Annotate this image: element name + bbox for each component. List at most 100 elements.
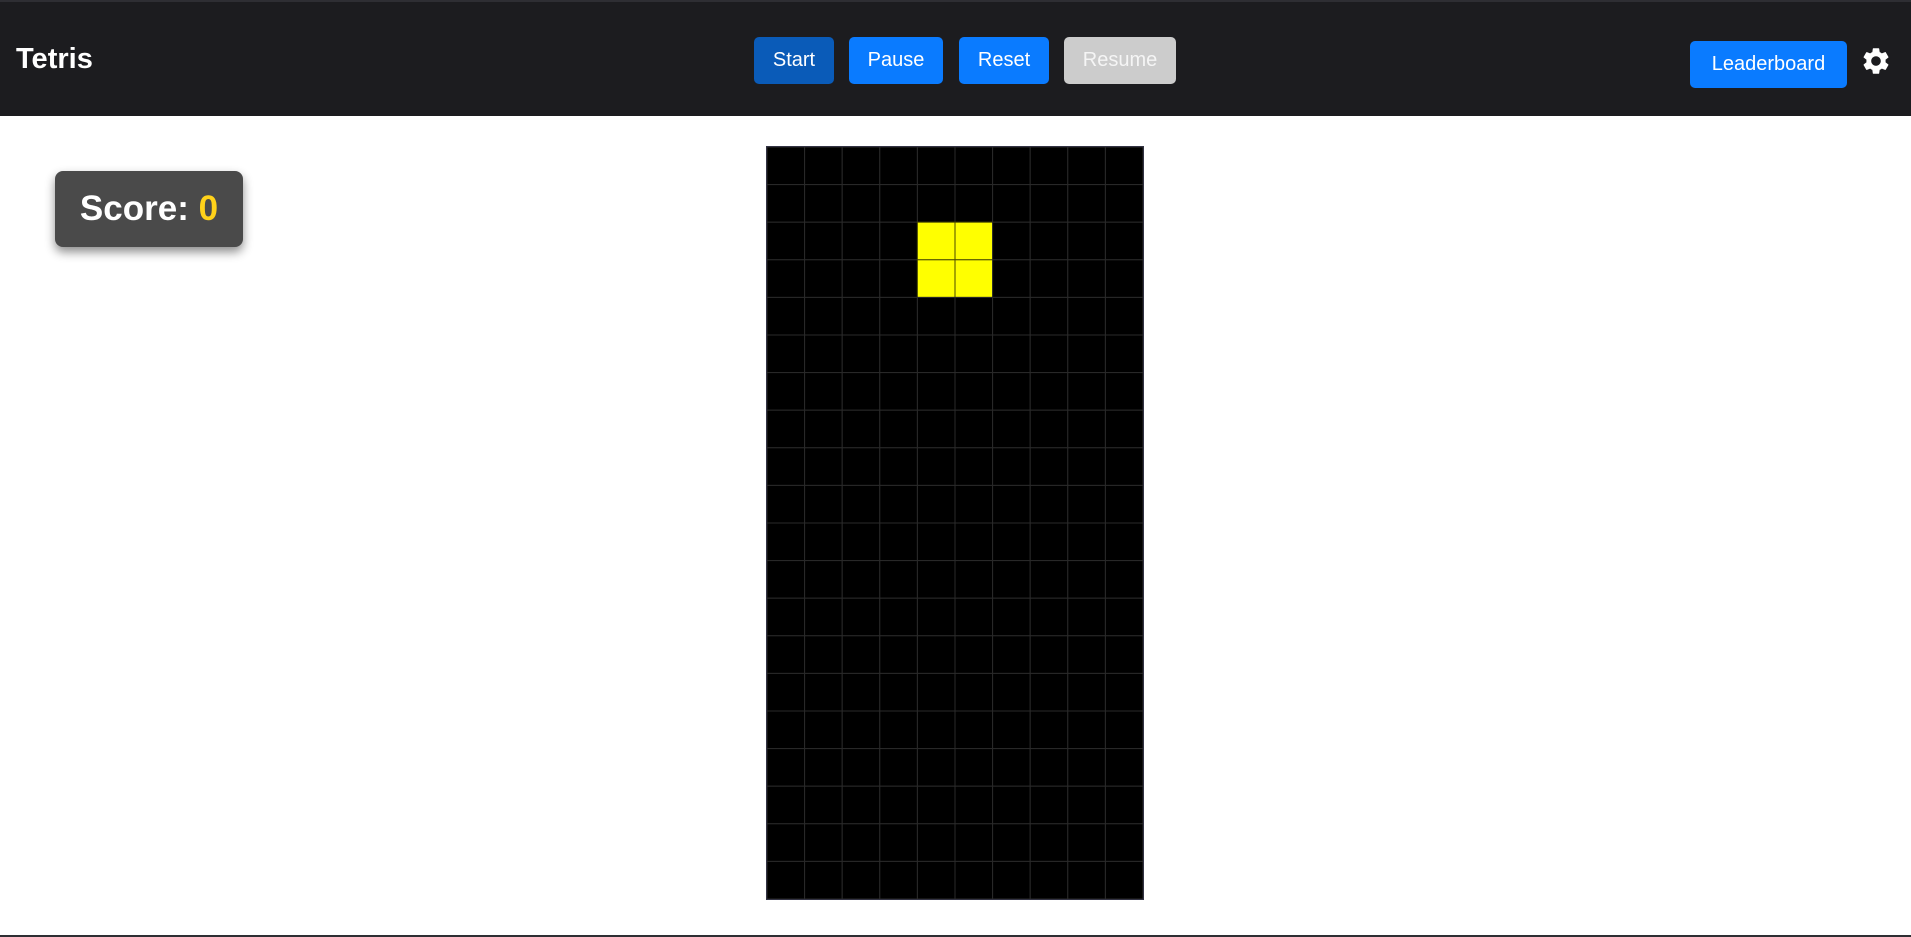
board-cell (992, 560, 1031, 599)
board-cell (1104, 860, 1144, 900)
board-cell (766, 672, 806, 712)
board-cell (1029, 785, 1069, 825)
board-cell (804, 785, 843, 825)
board-cell (1067, 184, 1106, 223)
board-cell (1067, 785, 1106, 825)
board-cell (879, 447, 918, 486)
board-cell (1067, 146, 1106, 186)
board-cell (916, 334, 956, 374)
board-cell (1104, 259, 1144, 298)
active-piece-cell (954, 221, 994, 261)
board-cell (992, 635, 1031, 674)
resume-button[interactable]: Resume (1064, 37, 1176, 84)
board-cell (879, 184, 918, 223)
board-cell (954, 334, 994, 374)
board-cell (1104, 447, 1144, 486)
board-cell (766, 372, 806, 411)
board-cell (1029, 334, 1069, 374)
board-cell (1029, 447, 1069, 486)
board-cell (916, 785, 956, 825)
board-cell (992, 409, 1031, 449)
board-cell (841, 334, 881, 374)
leaderboard-button[interactable]: Leaderboard (1690, 41, 1847, 88)
board-cell (879, 860, 918, 900)
board-cell (766, 823, 806, 862)
board-cell (1104, 522, 1144, 562)
board-cell (954, 560, 994, 599)
board-cell (1067, 484, 1106, 524)
board-cell (916, 597, 956, 637)
board-cell (954, 785, 994, 825)
board-cell (804, 823, 843, 862)
board-cell (954, 447, 994, 486)
board-cell (841, 860, 881, 900)
board-cell (1104, 484, 1144, 524)
active-piece-cell (954, 259, 994, 298)
board-cell (1104, 372, 1144, 411)
board-cell (841, 748, 881, 787)
board-cell (804, 372, 843, 411)
board-cell (1067, 748, 1106, 787)
board-cell (879, 296, 918, 336)
board-cell (804, 334, 843, 374)
board-cell (879, 785, 918, 825)
board-cell (804, 296, 843, 336)
board-cell (954, 522, 994, 562)
board-cell (992, 447, 1031, 486)
board-cell (841, 296, 881, 336)
board-cell (766, 785, 806, 825)
board-cell (1067, 597, 1106, 637)
board-cell (1029, 146, 1069, 186)
gear-icon[interactable] (1860, 45, 1892, 77)
board-cell (841, 710, 881, 750)
board-cell (992, 334, 1031, 374)
board-cell (804, 635, 843, 674)
board-cell (1029, 860, 1069, 900)
board-cell (1029, 560, 1069, 599)
board-cell (1104, 560, 1144, 599)
board-cell (1104, 221, 1144, 261)
board-cell (1029, 409, 1069, 449)
board-cell (954, 635, 994, 674)
board-cell (1029, 672, 1069, 712)
board-cell (879, 560, 918, 599)
board-cell (841, 484, 881, 524)
board-cell (1067, 372, 1106, 411)
board-cell (766, 221, 806, 261)
board-cell (841, 184, 881, 223)
board-cell (879, 334, 918, 374)
board-cell (1104, 710, 1144, 750)
board-cell (1104, 334, 1144, 374)
board-cell (916, 522, 956, 562)
board-cell (916, 823, 956, 862)
reset-button[interactable]: Reset (959, 37, 1049, 84)
board-cell (916, 635, 956, 674)
active-piece-cell (916, 259, 956, 298)
board-cell (992, 522, 1031, 562)
board-cell (841, 221, 881, 261)
board-cell (804, 748, 843, 787)
board-cell (766, 522, 806, 562)
board-cell (916, 560, 956, 599)
board-cell (916, 860, 956, 900)
board-cell (1067, 522, 1106, 562)
board-cell (954, 372, 994, 411)
board-cell (879, 409, 918, 449)
board-cell (1029, 221, 1069, 261)
board-grid (766, 146, 1144, 900)
board-cell (1029, 748, 1069, 787)
board-cell (766, 560, 806, 599)
board-cell (1067, 635, 1106, 674)
board-cell (804, 522, 843, 562)
board-cell (916, 748, 956, 787)
board-cell (1104, 785, 1144, 825)
board-cell (766, 334, 806, 374)
board-cell (804, 710, 843, 750)
start-button[interactable]: Start (754, 37, 834, 84)
game-board[interactable] (766, 146, 1144, 900)
board-cell (804, 259, 843, 298)
pause-button[interactable]: Pause (849, 37, 943, 84)
app-header: Tetris Start Pause Reset Resume Leaderbo… (0, 2, 1911, 116)
board-cell (841, 146, 881, 186)
board-cell (992, 672, 1031, 712)
